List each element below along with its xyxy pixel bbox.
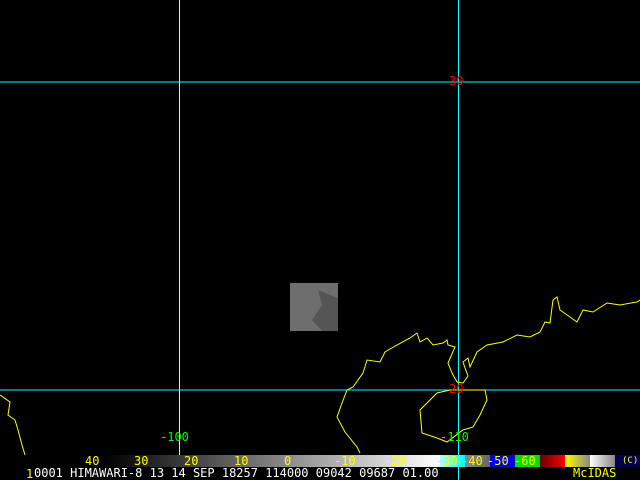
longitude-label-110: -110 — [440, 430, 469, 444]
longitude-label-100: -100 — [160, 430, 189, 444]
colorbar-label: -60 — [514, 454, 536, 468]
image-info-line: 0001 HIMAWARI-8 13 14 SEP 18257 114000 0… — [34, 466, 439, 480]
coastline-west — [0, 394, 26, 456]
satellite-image-viewer: 30 20 -100 -110 40 30 20 10 0 -10 -20 -3… — [0, 0, 640, 480]
mcidas-brand: McIDAS — [573, 466, 617, 480]
copyright-label: (C) — [622, 456, 639, 466]
latitude-label-20: 20 — [449, 382, 464, 396]
colorbar-label: -30 — [436, 454, 458, 468]
map-overlay — [0, 0, 640, 480]
colorbar-red — [540, 455, 565, 467]
frame-number: 1 — [26, 467, 34, 480]
colorbar-label: -40 — [461, 454, 483, 468]
latitude-label-30: 30 — [449, 74, 464, 88]
colorbar-label: -50 — [487, 454, 509, 468]
coastline-mainland — [336, 296, 640, 454]
